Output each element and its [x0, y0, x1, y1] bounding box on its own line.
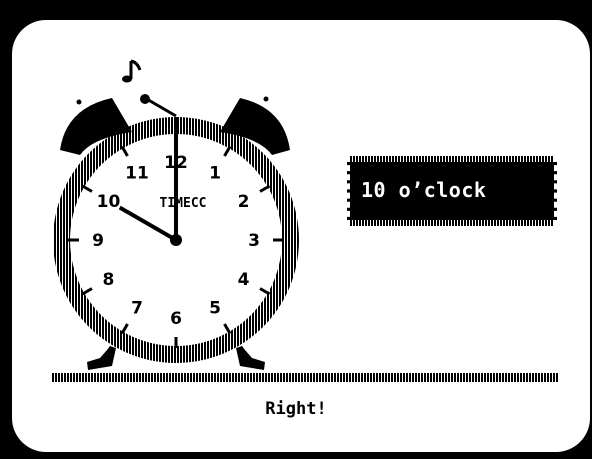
hour-number: 2 [238, 192, 250, 212]
hour-number: 6 [170, 309, 182, 329]
hour-number: 11 [125, 163, 149, 183]
answer-box: 10 o’clock [347, 156, 557, 226]
game-screen: 121234567891011 TIMECC 10 o’clock Right! [0, 0, 592, 459]
hour-number: 5 [209, 299, 221, 319]
right-foot [236, 346, 265, 370]
ground-line [52, 373, 558, 382]
hour-number: 1 [209, 163, 221, 183]
bell-hammer [140, 94, 177, 118]
clock-brand: TIMECC [160, 196, 207, 211]
left-foot [87, 346, 116, 370]
alarm-clock: 121234567891011 TIMECC [53, 59, 299, 370]
hour-number: 7 [131, 299, 143, 319]
clock-hub [170, 234, 182, 246]
answer-text: 10 o’clock [361, 178, 487, 202]
feedback-message: Right! [265, 399, 327, 419]
music-note-icon [122, 59, 142, 83]
hour-number: 3 [248, 231, 260, 251]
hour-number: 8 [103, 270, 115, 290]
hour-number: 10 [97, 192, 121, 212]
hour-number: 9 [92, 231, 104, 251]
hour-number: 4 [238, 270, 250, 290]
